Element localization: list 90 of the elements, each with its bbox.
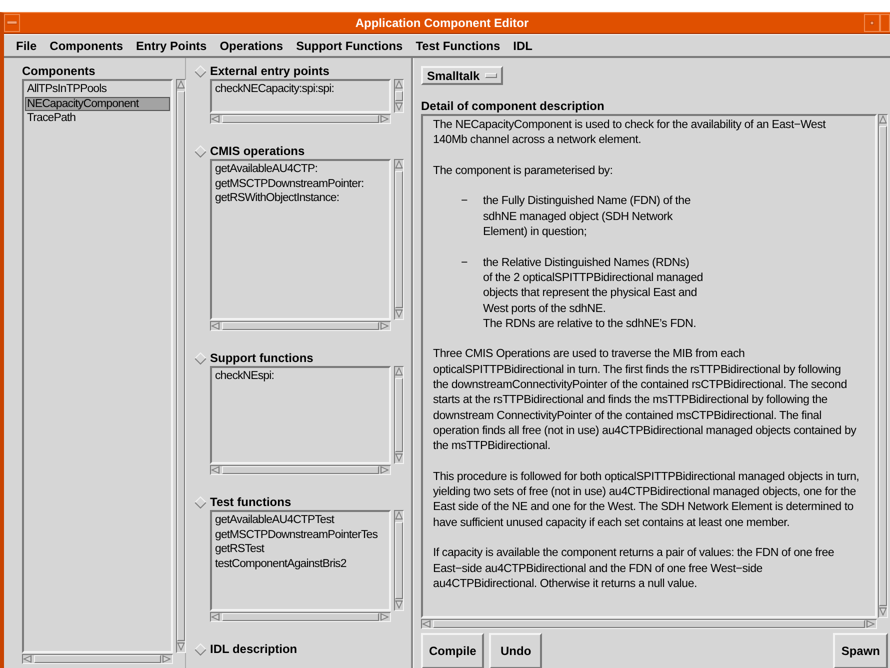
left-arrow-icon[interactable] — [211, 115, 221, 123]
list-box[interactable]: AllTPsInTPPools NECapacityComponent TracePath — [22, 79, 173, 653]
menu-item[interactable]: File — [16, 38, 37, 52]
menu-item[interactable]: IDL — [513, 38, 533, 52]
vertical-scrollbar[interactable] — [878, 114, 888, 618]
list-item[interactable]: TracePath — [25, 111, 170, 126]
down-arrow-icon[interactable] — [395, 102, 403, 112]
diamond-toggle-icon[interactable] — [194, 64, 207, 78]
vertical-scrollbar[interactable] — [176, 79, 186, 653]
maximize-button[interactable] — [880, 14, 890, 32]
left-arrow-icon[interactable] — [211, 613, 221, 621]
vertical-scrollbar[interactable] — [394, 366, 404, 464]
list-item[interactable]: getAvailableAU4CTPTest — [213, 513, 388, 528]
up-arrow-icon[interactable] — [395, 367, 403, 377]
paragraph: This procedure is followed for both opticalSPITTPBidirectional managed objects in turn, yielding two sets of free (not in use) au4CTPBidirectional managed objects, one for the East side of the NE and one for the West. The SDH Network Element is determined to have sufficient unused capacity if each set contains at least one member. — [433, 468, 860, 530]
up-arrow-icon[interactable] — [177, 80, 185, 90]
down-arrow-icon[interactable] — [395, 600, 403, 610]
paragraph: Three CMIS Operations are used to traverse the MIB from each opticalSPITTPBidirectional in turn. The first finds the rsTTPBidirectional by following the downstreamConnectivityPointer of the contained rsCTPBidirectional. The second starts at the rsTTPBidirectional and finds the msTTPBidirectional by following the downstream ConnectivityPointer of the contained msCTPBidirectional. The final operation finds all free (not in use) au4CTPBidirectional managed objects contained by the msTTPBidirectional. — [433, 346, 858, 454]
description-title: Detail of component description — [421, 99, 606, 113]
section-title: Test functions — [210, 494, 292, 508]
diamond-toggle-icon[interactable] — [194, 642, 207, 656]
list-box[interactable]: getAvailableAU4CTP: getMSCTPDownstreamPointer: getRSWithObjectInstance: — [210, 159, 391, 320]
menu-item[interactable]: Support Functions — [296, 38, 403, 52]
window-title: Application Component Editor — [354, 16, 530, 30]
left-arrow-icon[interactable] — [211, 466, 221, 474]
horizontal-scrollbar[interactable] — [210, 321, 391, 331]
left-arrow-icon[interactable] — [422, 620, 432, 628]
left-arrow-icon[interactable] — [211, 322, 221, 330]
bullet-dash: − — [461, 193, 469, 210]
push-button[interactable]: Compile — [421, 633, 484, 668]
diamond-toggle-icon[interactable] — [194, 144, 207, 158]
list-item[interactable]: checkNECapacity:spi:spi: — [213, 82, 388, 96]
list-box[interactable]: checkNECapacity:spi:spi: — [210, 79, 391, 113]
minimize-icon[interactable] — [870, 21, 874, 25]
list-item[interactable]: AllTPsInTPPools — [25, 82, 170, 96]
up-arrow-icon[interactable] — [879, 115, 887, 125]
panel-title: Components — [22, 64, 96, 78]
menu-item[interactable]: Components — [50, 38, 124, 52]
horizontal-scrollbar[interactable] — [210, 465, 391, 475]
description-text-area[interactable] — [421, 114, 877, 618]
horizontal-scrollbar[interactable] — [210, 612, 391, 622]
down-arrow-icon[interactable] — [395, 453, 403, 463]
diamond-toggle-icon[interactable] — [194, 352, 207, 364]
diamond-toggle-icon[interactable] — [194, 496, 207, 508]
vertical-scrollbar[interactable] — [394, 510, 404, 611]
vertical-scrollbar[interactable] — [394, 159, 404, 320]
list-box[interactable]: checkNEspi: — [210, 366, 391, 464]
bullet-text: the Relative Distinguished Names (RDNs) of the 2 opticalSPITTPBidirectional managed objects that represent the physical East and West ports of the sdhNE. The RDNs are relative to the sdhNE’s FDN. — [483, 254, 703, 332]
right-arrow-icon[interactable] — [380, 466, 390, 474]
right-arrow-icon[interactable] — [380, 613, 390, 621]
paragraph: The component is parameterised by: — [433, 162, 614, 178]
bullet-text: the Fully Distinguished Name (FDN) of the sdhNE managed object (SDH Network Element) in question; — [483, 193, 691, 240]
section-title: CMIS operations — [210, 144, 305, 158]
paragraph: If capacity is available the component returns a pair of values: the FDN of one free East−side au4CTPBidirectional and the FDN of one free West−side au4CTPBidirectional. Otherwise it returns a null value. — [433, 545, 836, 592]
list-item[interactable]: getRSTest — [213, 542, 388, 556]
list-item[interactable]: NECapacityComponent — [25, 96, 170, 111]
list-item[interactable]: getMSCTPDownstreamPointer: — [213, 176, 388, 191]
down-arrow-icon[interactable] — [879, 607, 887, 617]
up-arrow-icon[interactable] — [395, 160, 403, 170]
bullet-dash: − — [461, 254, 469, 271]
vertical-scrollbar[interactable] — [394, 79, 404, 113]
right-arrow-icon[interactable] — [380, 322, 390, 330]
up-arrow-icon[interactable] — [395, 80, 403, 90]
menu-item[interactable]: Entry Points — [136, 38, 207, 52]
push-button[interactable]: Spawn — [833, 633, 888, 668]
push-button[interactable]: Undo — [489, 633, 542, 668]
menu-item[interactable]: Test Functions — [416, 38, 500, 52]
horizontal-scrollbar[interactable] — [210, 114, 391, 124]
horizontal-scrollbar[interactable] — [421, 619, 877, 629]
up-arrow-icon[interactable] — [395, 511, 403, 521]
section-title: Support functions — [210, 350, 314, 364]
list-item[interactable]: testComponentAgainstBris2 — [213, 556, 388, 571]
paragraph: The NECapacityComponent is used to check for the availability of an East−West 140Mb channel across a network element. — [433, 117, 827, 148]
window-menu-icon[interactable] — [7, 21, 17, 25]
right-arrow-icon[interactable] — [162, 655, 172, 663]
section-title: External entry points — [210, 64, 330, 78]
list-box[interactable]: getAvailableAU4CTPTest getMSCTPDownstreamPointerTes getRSTest testComponentAgainstBris2 — [210, 510, 391, 611]
left-arrow-icon[interactable] — [23, 655, 33, 663]
list-item[interactable]: getMSCTPDownstreamPointerTes — [213, 528, 388, 542]
language-option-menu[interactable]: Smalltalk — [421, 66, 503, 85]
right-arrow-icon[interactable] — [866, 620, 876, 628]
down-arrow-icon[interactable] — [395, 309, 403, 319]
list-item[interactable]: getAvailableAU4CTP: — [213, 162, 388, 176]
list-item[interactable]: checkNEspi: — [213, 369, 388, 384]
menu-item[interactable]: Operations — [220, 38, 284, 52]
section-title: IDL description — [210, 642, 298, 656]
horizontal-scrollbar[interactable] — [22, 654, 173, 664]
right-arrow-icon[interactable] — [380, 115, 390, 123]
down-arrow-icon[interactable] — [177, 642, 185, 652]
list-item[interactable]: getRSWithObjectInstance: — [213, 191, 388, 206]
